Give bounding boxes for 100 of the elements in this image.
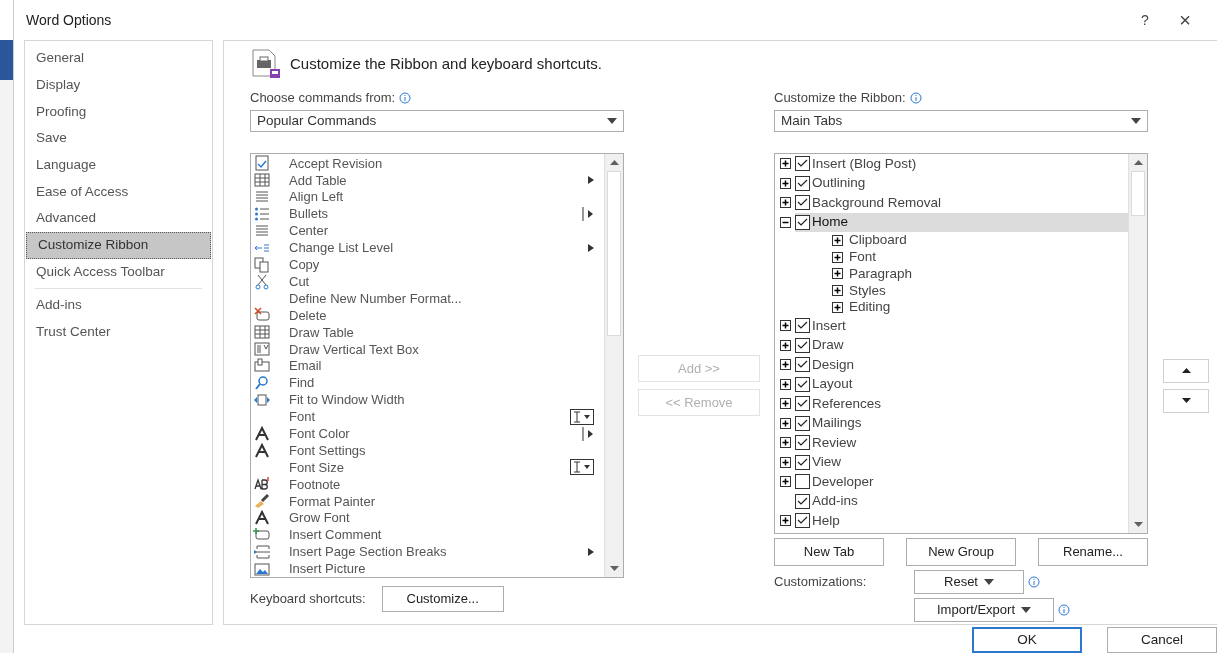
expand-icon[interactable] — [832, 285, 843, 297]
sidebar-item[interactable]: Trust Center — [25, 318, 212, 346]
tree-item[interactable]: Layout — [775, 374, 1128, 394]
move-up-button[interactable] — [1163, 358, 1209, 383]
command-item[interactable]: Draw Vertical Text Box — [251, 340, 604, 358]
expand-icon[interactable] — [780, 398, 791, 410]
sidebar-item[interactable]: Save — [25, 125, 212, 152]
collapse-icon[interactable] — [780, 216, 791, 228]
tree-item[interactable]: Insert (Blog Post) — [775, 154, 1128, 174]
sidebar-item[interactable]: Display — [25, 71, 212, 99]
command-item[interactable]: Font — [251, 408, 604, 426]
expand-icon[interactable] — [832, 251, 843, 263]
command-item[interactable]: Insert Picture — [251, 560, 604, 577]
checkbox[interactable] — [795, 376, 810, 392]
command-item[interactable]: Accept Revision — [251, 155, 604, 172]
command-item[interactable]: Fit to Window Width — [251, 391, 604, 409]
sidebar-item[interactable]: Proofing — [25, 98, 212, 126]
command-item[interactable]: Cut — [251, 273, 604, 291]
expand-icon[interactable] — [780, 359, 791, 371]
tree-item[interactable]: Developer — [775, 472, 1128, 492]
expand-icon[interactable] — [780, 417, 791, 429]
checkbox[interactable] — [795, 195, 810, 211]
command-item[interactable]: Insert Comment — [251, 526, 604, 544]
expand-icon[interactable] — [780, 177, 791, 189]
sidebar-item[interactable]: Ease of Access — [25, 178, 212, 206]
checkbox[interactable] — [795, 214, 810, 230]
scroll-thumb[interactable] — [607, 171, 621, 336]
command-item[interactable]: Define New Number Format... — [251, 290, 604, 307]
command-item[interactable]: Center — [251, 222, 604, 240]
checkbox[interactable] — [795, 357, 810, 373]
command-item[interactable]: Add Table — [251, 171, 604, 189]
customize-shortcuts-button[interactable]: Customize... — [381, 586, 504, 612]
checkbox[interactable] — [795, 337, 810, 353]
command-item[interactable]: Footnote — [251, 475, 604, 493]
expand-icon[interactable] — [780, 320, 791, 332]
command-item[interactable]: Copy — [251, 256, 604, 274]
tree-group-item[interactable]: Paragraph — [775, 265, 1128, 283]
commands-dropdown[interactable]: Popular Commands — [250, 110, 624, 132]
command-item[interactable]: Font Settings — [251, 442, 604, 460]
sidebar-item[interactable]: Quick Access Toolbar — [25, 258, 212, 286]
tab-action-button[interactable]: New Group — [906, 538, 1016, 566]
checkbox[interactable] — [795, 474, 810, 490]
expand-icon[interactable] — [832, 302, 843, 314]
tab-action-button[interactable]: Rename... — [1038, 538, 1148, 566]
sidebar-item[interactable]: Add-ins — [25, 292, 212, 319]
command-item[interactable]: Email — [251, 357, 604, 375]
tree-item[interactable]: Insert — [775, 316, 1128, 336]
tree-item[interactable]: Mailings — [775, 413, 1128, 433]
ribbon-dropdown[interactable]: Main Tabs — [774, 110, 1148, 132]
checkbox[interactable] — [795, 318, 810, 334]
scrollbar[interactable] — [604, 154, 623, 577]
scrollbar[interactable] — [1128, 154, 1147, 533]
expand-icon[interactable] — [832, 268, 843, 280]
expand-icon[interactable] — [780, 456, 791, 468]
scroll-up-icon[interactable] — [1133, 160, 1143, 165]
reset-button[interactable]: Reset — [914, 570, 1024, 594]
close-button[interactable]: × — [1165, 5, 1205, 35]
tab-action-button[interactable]: New Tab — [774, 538, 884, 566]
command-item[interactable]: Delete — [251, 307, 604, 324]
command-item[interactable]: Format Painter — [251, 492, 604, 510]
command-item[interactable]: Font Color — [251, 425, 604, 443]
cancel-button[interactable]: Cancel — [1107, 627, 1217, 653]
command-item[interactable]: Change List Level — [251, 239, 604, 257]
scroll-thumb[interactable] — [1131, 171, 1145, 216]
expand-icon[interactable] — [780, 437, 791, 449]
import-export-button[interactable]: Import/Export — [914, 598, 1054, 622]
ok-button[interactable]: OK — [972, 627, 1082, 653]
command-item[interactable]: Bullets — [251, 205, 604, 223]
command-item[interactable]: Draw Table — [251, 323, 604, 341]
command-item[interactable]: Find — [251, 374, 604, 392]
expand-icon[interactable] — [780, 476, 791, 488]
tree-group-item[interactable]: Font — [775, 248, 1128, 266]
expand-icon[interactable] — [780, 197, 791, 209]
tree-item[interactable]: Outlining — [775, 173, 1128, 193]
tree-item[interactable]: Add-ins — [775, 491, 1128, 511]
checkbox[interactable] — [795, 396, 810, 412]
tree-item[interactable]: Help — [775, 511, 1128, 531]
scroll-up-icon[interactable] — [609, 160, 619, 165]
checkbox[interactable] — [795, 493, 810, 509]
checkbox[interactable] — [795, 454, 810, 470]
tree-item[interactable]: Design — [775, 355, 1128, 375]
sidebar-item[interactable]: Language — [25, 151, 212, 179]
tree-item[interactable]: Draw — [775, 335, 1128, 355]
sidebar-item[interactable]: Advanced — [25, 205, 212, 232]
tree-group-item[interactable]: Styles — [775, 282, 1128, 300]
help-button[interactable]: ? — [1125, 9, 1165, 31]
move-down-button[interactable] — [1163, 388, 1209, 413]
checkbox[interactable] — [795, 435, 810, 451]
checkbox[interactable] — [795, 156, 810, 172]
sidebar-item[interactable]: Customize Ribbon — [26, 231, 211, 259]
sidebar-item[interactable]: General — [25, 45, 212, 72]
command-item[interactable]: Font Size — [251, 459, 604, 476]
tree-group-item[interactable]: Editing — [775, 299, 1128, 316]
tree-item[interactable]: View — [775, 452, 1128, 472]
tree-item[interactable]: References — [775, 394, 1128, 414]
checkbox[interactable] — [795, 175, 810, 191]
expand-icon[interactable] — [780, 378, 791, 390]
checkbox[interactable] — [795, 513, 810, 529]
checkbox[interactable] — [795, 415, 810, 431]
tree-item[interactable]: Background Removal — [775, 193, 1128, 213]
